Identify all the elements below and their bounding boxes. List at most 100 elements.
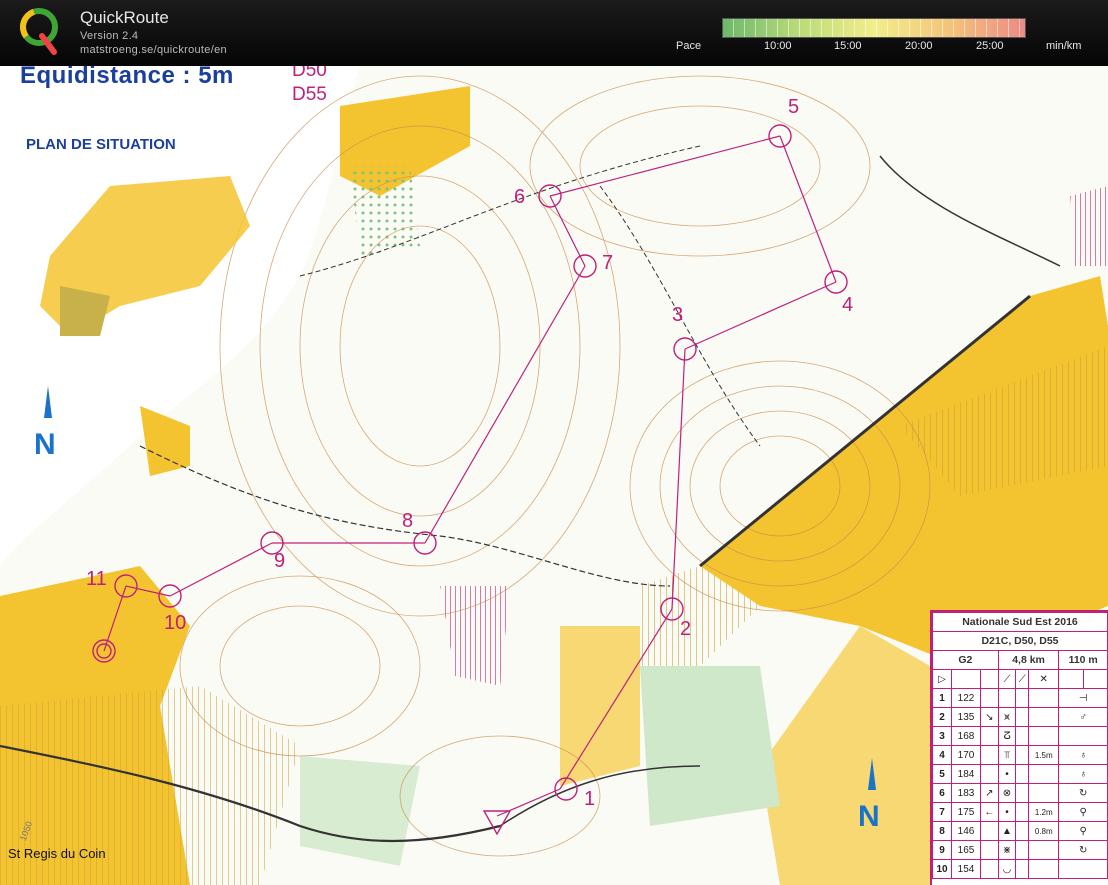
control-row-detail <box>1015 859 1030 879</box>
path-icon: ⟋ <box>997 669 1017 689</box>
control-number: 9 <box>274 550 286 572</box>
control-row-direction: ↘ <box>980 707 999 727</box>
control-row-detail <box>1015 783 1030 803</box>
control-row-detail <box>1015 802 1030 822</box>
control-row: 5 184 • ♁ <box>932 764 1108 784</box>
control-row-direction: ↗ <box>980 783 999 803</box>
pace-unit: min/km <box>1046 40 1082 52</box>
control-row-dimension <box>1028 764 1060 784</box>
orienteering-map[interactable]: N N Equidistance : 5m D50 D55 PLAN DE SI… <box>0 66 1108 885</box>
equidistance-label: Equidistance : 5m <box>20 66 234 89</box>
control-row-code: 165 <box>951 840 981 860</box>
control-row-dimension <box>1028 726 1060 746</box>
control-row-feature: ⩙ <box>997 707 1017 727</box>
control-row-location: ⊣ <box>1058 688 1108 708</box>
app-url: matstroeng.se/quickroute/en <box>80 44 227 56</box>
control-row-location: ⚲ <box>1058 802 1108 822</box>
control-row-direction <box>980 726 999 746</box>
control-row-dimension <box>1028 859 1060 879</box>
card-course: G2 <box>932 650 999 670</box>
control-row: 6 183 ↗ ⊗ ↻ <box>932 783 1108 803</box>
control-row-location <box>1058 726 1108 746</box>
control-row: 10 154 ◡ <box>932 859 1108 879</box>
class-label: D55 <box>292 84 327 105</box>
control-row-feature: • <box>997 802 1017 822</box>
control-number: 2 <box>680 618 692 640</box>
control-number: 6 <box>514 186 526 208</box>
control-row-number: 5 <box>932 764 952 784</box>
pace-tick-label: 15:00 <box>834 40 862 52</box>
control-row-code: 175 <box>951 802 981 822</box>
card-classes: D21C, D50, D55 <box>932 631 1108 651</box>
place-name: St Regis du Coin <box>8 846 106 861</box>
control-number: 1 <box>584 788 596 810</box>
control-row-dimension <box>1028 688 1060 708</box>
pace-tick-label: 10:00 <box>764 40 792 52</box>
control-row-direction: ← <box>980 802 999 822</box>
control-row-number: 1 <box>932 688 952 708</box>
control-row-number: 3 <box>932 726 952 746</box>
control-row-feature: ⊗ <box>997 783 1017 803</box>
card-length: 4,8 km <box>997 650 1060 670</box>
path-icon: ⟋ <box>1015 669 1030 689</box>
control-row-location: ↻ <box>1058 840 1108 860</box>
start-triangle-icon: ▷ <box>932 669 952 689</box>
app-header: QuickRoute Version 2.4 matstroeng.se/qui… <box>0 0 1108 66</box>
quickroute-q-logo-icon <box>20 8 58 55</box>
control-description-card: Nationale Sud Est 2016 D21C, D50, D55 G2… <box>930 610 1108 885</box>
app-title: QuickRoute <box>80 8 169 27</box>
control-row-feature: ⫪ <box>997 745 1017 765</box>
app-version: Version 2.4 <box>80 30 139 42</box>
class-label: D50 <box>292 66 327 81</box>
control-number: 7 <box>602 252 614 274</box>
control-row-feature <box>997 688 1017 708</box>
control-row-location: ♁ <box>1058 745 1108 765</box>
control-row-direction <box>980 688 999 708</box>
control-row-detail <box>1015 764 1030 784</box>
control-row-direction <box>980 840 999 860</box>
control-row-number: 7 <box>932 802 952 822</box>
control-number: 5 <box>788 96 800 118</box>
control-row: 7 175 ← • 1.2m ⚲ <box>932 802 1108 822</box>
svg-text:N: N <box>34 428 56 461</box>
control-row-dimension: 1.2m <box>1028 802 1060 822</box>
control-row-location: ♁ <box>1058 764 1108 784</box>
control-number: 4 <box>842 294 854 316</box>
control-row-number: 6 <box>932 783 952 803</box>
control-row-direction <box>980 821 999 841</box>
svg-text:N: N <box>858 800 880 833</box>
control-row-location: ⚲ <box>1058 821 1108 841</box>
control-number: 10 <box>164 612 187 634</box>
pace-color-scale <box>722 18 1026 38</box>
crossing-icon: ✕ <box>1028 669 1060 689</box>
control-row-code: 184 <box>951 764 981 784</box>
control-row-code: 154 <box>951 859 981 879</box>
control-row-detail <box>1015 745 1030 765</box>
control-row-direction <box>980 764 999 784</box>
control-row: 8 146 ▲ 0.8m ⚲ <box>932 821 1108 841</box>
control-row-code: 168 <box>951 726 981 746</box>
control-row-feature: • <box>997 764 1017 784</box>
control-row-direction <box>980 745 999 765</box>
control-row-number: 4 <box>932 745 952 765</box>
control-row-code: 183 <box>951 783 981 803</box>
control-row: 1 122 ⊣ <box>932 688 1108 708</box>
control-row-feature: ⵒ <box>997 726 1017 746</box>
control-row-code: 146 <box>951 821 981 841</box>
control-row-number: 9 <box>932 840 952 860</box>
pace-tick-label: 25:00 <box>976 40 1004 52</box>
card-climb: 110 m <box>1058 650 1108 670</box>
control-description-table: Nationale Sud Est 2016 D21C, D50, D55 G2… <box>932 612 1108 879</box>
control-row-detail <box>1015 821 1030 841</box>
control-row-dimension <box>1028 783 1060 803</box>
control-row-code: 170 <box>951 745 981 765</box>
control-row-code: 135 <box>951 707 981 727</box>
control-row: 3 168 ⵒ <box>932 726 1108 746</box>
control-number: 3 <box>672 304 684 326</box>
control-row-location: ↻ <box>1058 783 1108 803</box>
control-row: 9 165 ⋇ ↻ <box>932 840 1108 860</box>
control-number: 11 <box>86 568 107 590</box>
control-row-feature: ▲ <box>997 821 1017 841</box>
control-row-detail <box>1015 707 1030 727</box>
control-row-dimension: 0.8m <box>1028 821 1060 841</box>
